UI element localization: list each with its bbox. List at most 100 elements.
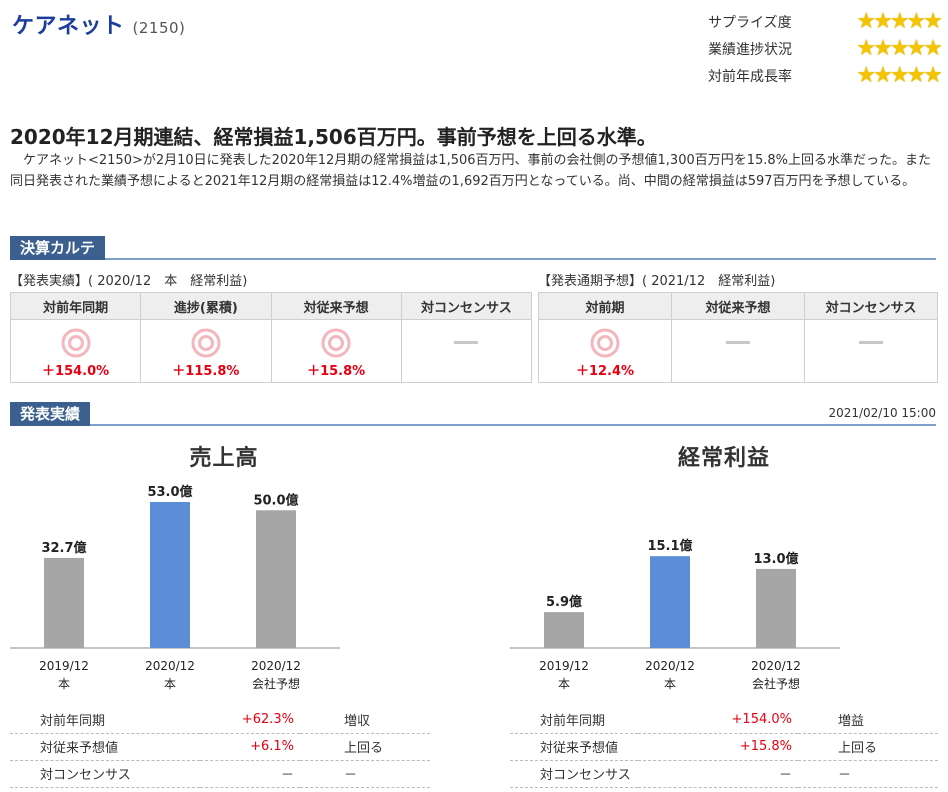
- metric-evaluation: 増収: [300, 706, 430, 734]
- announcement-timestamp: 2021/02/10 15:00: [828, 406, 936, 420]
- bar-0: [544, 612, 584, 648]
- karte-cell: [804, 319, 938, 383]
- x-tick-label: 2019/12: [39, 659, 89, 673]
- metric-row: 対従来予想値 +6.1% 上回る: [10, 733, 430, 761]
- bar-2: [256, 510, 296, 648]
- metric-value: －: [638, 760, 798, 788]
- rating-label: サプライズ度: [708, 14, 792, 31]
- dash-icon: [859, 341, 883, 344]
- metric-value: +62.3%: [200, 706, 300, 734]
- metric-row: 対前年同期 +62.3% 増収: [10, 706, 430, 734]
- metric-label: 対コンセンサス: [510, 760, 638, 788]
- rating-row-growth: 対前年成長率 ★★★★★: [708, 62, 943, 89]
- bar-1: [650, 556, 690, 648]
- x-tick-label: 本: [164, 677, 176, 691]
- metric-label: 対従来予想値: [10, 733, 200, 761]
- rating-label: 対前年成長率: [708, 68, 792, 85]
- karte-value: ＋115.8%: [172, 364, 240, 379]
- karte-cell: [400, 319, 533, 383]
- karte-value: ＋15.8%: [307, 364, 366, 379]
- col-header: 対コンセンサス: [400, 292, 533, 320]
- karte-cell: ＋12.4%: [538, 319, 672, 383]
- section-header-results: 発表実績 2021/02/10 15:00: [10, 402, 936, 426]
- x-tick-label: 会社予想: [752, 676, 800, 691]
- double-circle-icon: [321, 328, 351, 358]
- star-rating-icon: ★★★★★: [856, 62, 943, 88]
- metric-label: 対従来予想値: [510, 733, 638, 761]
- rating-panel: サプライズ度 ★★★★★ 業績進捗状況 ★★★★★ 対前年成長率 ★★★★★: [708, 8, 943, 89]
- metric-evaluation: －: [798, 760, 938, 788]
- metric-evaluation: 増益: [798, 706, 938, 734]
- karte-value: ＋154.0%: [42, 364, 110, 379]
- karte-cell: ＋115.8%: [140, 319, 272, 383]
- section-title: 発表実績: [10, 402, 91, 426]
- metric-evaluation: 上回る: [798, 733, 938, 761]
- sales-bar-chart: 32.7億 2019/12 本 53.0億 2020/12 本 50.0億 2020/12 会社…: [10, 484, 340, 691]
- metric-row: 対従来予想値 +15.8% 上回る: [510, 733, 938, 761]
- bar-value-label: 53.0億: [147, 484, 192, 500]
- rating-label: 業績進捗状況: [708, 41, 792, 58]
- double-circle-icon: [191, 328, 221, 358]
- results-table-label: 【発表実績】( 2020/12 本 経常利益): [10, 274, 248, 289]
- chart-title-ordinary-profit: 経常利益: [677, 446, 770, 471]
- x-tick-label: 2020/12: [251, 659, 301, 673]
- col-header: 対コンセンサス: [804, 292, 938, 320]
- section-title: 決算カルテ: [10, 236, 106, 260]
- x-tick-label: 2019/12: [539, 659, 589, 673]
- metric-evaluation: －: [300, 760, 430, 788]
- karte-cell: ＋154.0%: [9, 319, 142, 383]
- metric-label: 対前年同期: [10, 706, 200, 734]
- bar-2: [756, 568, 796, 648]
- x-tick-label: 本: [664, 677, 676, 691]
- ordinary-profit-bar-chart: 5.9億 2019/12 本 15.1億 2020/12 本 13.0億 2020/12 会社予…: [510, 538, 840, 691]
- metric-evaluation: 上回る: [300, 733, 430, 761]
- dash-icon: [454, 341, 479, 344]
- bar-1: [150, 502, 190, 648]
- karte-cell: [671, 319, 805, 383]
- metric-label: 対前年同期: [510, 706, 638, 734]
- x-tick-label: 2020/12: [751, 659, 801, 673]
- metric-label: 対コンセンサス: [10, 760, 200, 788]
- bar-0: [44, 557, 84, 648]
- bar-value-label: 5.9億: [546, 594, 582, 610]
- forecast-karte-table: 対前期 対従来予想 対コンセンサス ＋12.4%: [538, 292, 938, 383]
- forecast-table-label: 【発表通期予想】( 2021/12 経常利益): [538, 274, 776, 289]
- col-header: 対前年同期: [9, 292, 142, 320]
- chart-title-sales: 売上高: [189, 446, 259, 471]
- x-tick-label: 2020/12: [645, 659, 695, 673]
- metric-value: －: [200, 760, 300, 788]
- star-rating-icon: ★★★★★: [856, 35, 943, 61]
- bar-value-label: 13.0億: [753, 551, 798, 567]
- star-rating-icon: ★★★★★: [856, 8, 943, 34]
- rating-row-surprise: サプライズ度 ★★★★★: [708, 8, 943, 35]
- sales-metrics-table: 対前年同期 +62.3% 増収 対従来予想値 +6.1% 上回る 対コンセンサス…: [10, 706, 430, 788]
- results-karte-table: 対前年同期 進捗(累積) 対従来予想 対コンセンサス ＋154.0% ＋115.…: [9, 292, 533, 383]
- bar-value-label: 15.1億: [647, 538, 692, 554]
- section-header-karte: 決算カルテ: [10, 236, 936, 260]
- metric-row: 対コンセンサス － －: [510, 760, 938, 788]
- double-circle-icon: [590, 328, 620, 358]
- bar-value-label: 32.7億: [41, 540, 86, 556]
- metric-row: 対前年同期 +154.0% 増益: [510, 706, 938, 734]
- karte-cell: ＋15.8%: [270, 319, 402, 383]
- article-body: ケアネット<2150>が2月10日に発表した2020年12月期の経常損益は1,5…: [10, 153, 932, 189]
- x-tick-label: 本: [58, 677, 70, 691]
- metric-value: +154.0%: [638, 706, 798, 734]
- dash-icon: [726, 341, 750, 344]
- metric-value: +15.8%: [638, 733, 798, 761]
- article-headline: 2020年12月期連結、経常損益1,506百万円。事前予想を上回る水準。: [10, 125, 657, 149]
- col-header: 対従来予想: [671, 292, 805, 320]
- col-header: 進捗(累積): [140, 292, 272, 320]
- company-name: ケアネット: [12, 14, 125, 39]
- x-tick-label: 2020/12: [145, 659, 195, 673]
- col-header: 対従来予想: [270, 292, 402, 320]
- company-code: (2150): [132, 19, 186, 37]
- double-circle-icon: [61, 328, 91, 358]
- metric-value: +6.1%: [200, 733, 300, 761]
- rating-row-progress: 業績進捗状況 ★★★★★: [708, 35, 943, 62]
- bar-value-label: 50.0億: [253, 492, 298, 508]
- x-tick-label: 会社予想: [252, 676, 300, 691]
- company-title: ケアネット (2150): [12, 8, 185, 40]
- profit-metrics-table: 対前年同期 +154.0% 増益 対従来予想値 +15.8% 上回る 対コンセン…: [510, 706, 938, 788]
- metric-row: 対コンセンサス － －: [10, 760, 430, 788]
